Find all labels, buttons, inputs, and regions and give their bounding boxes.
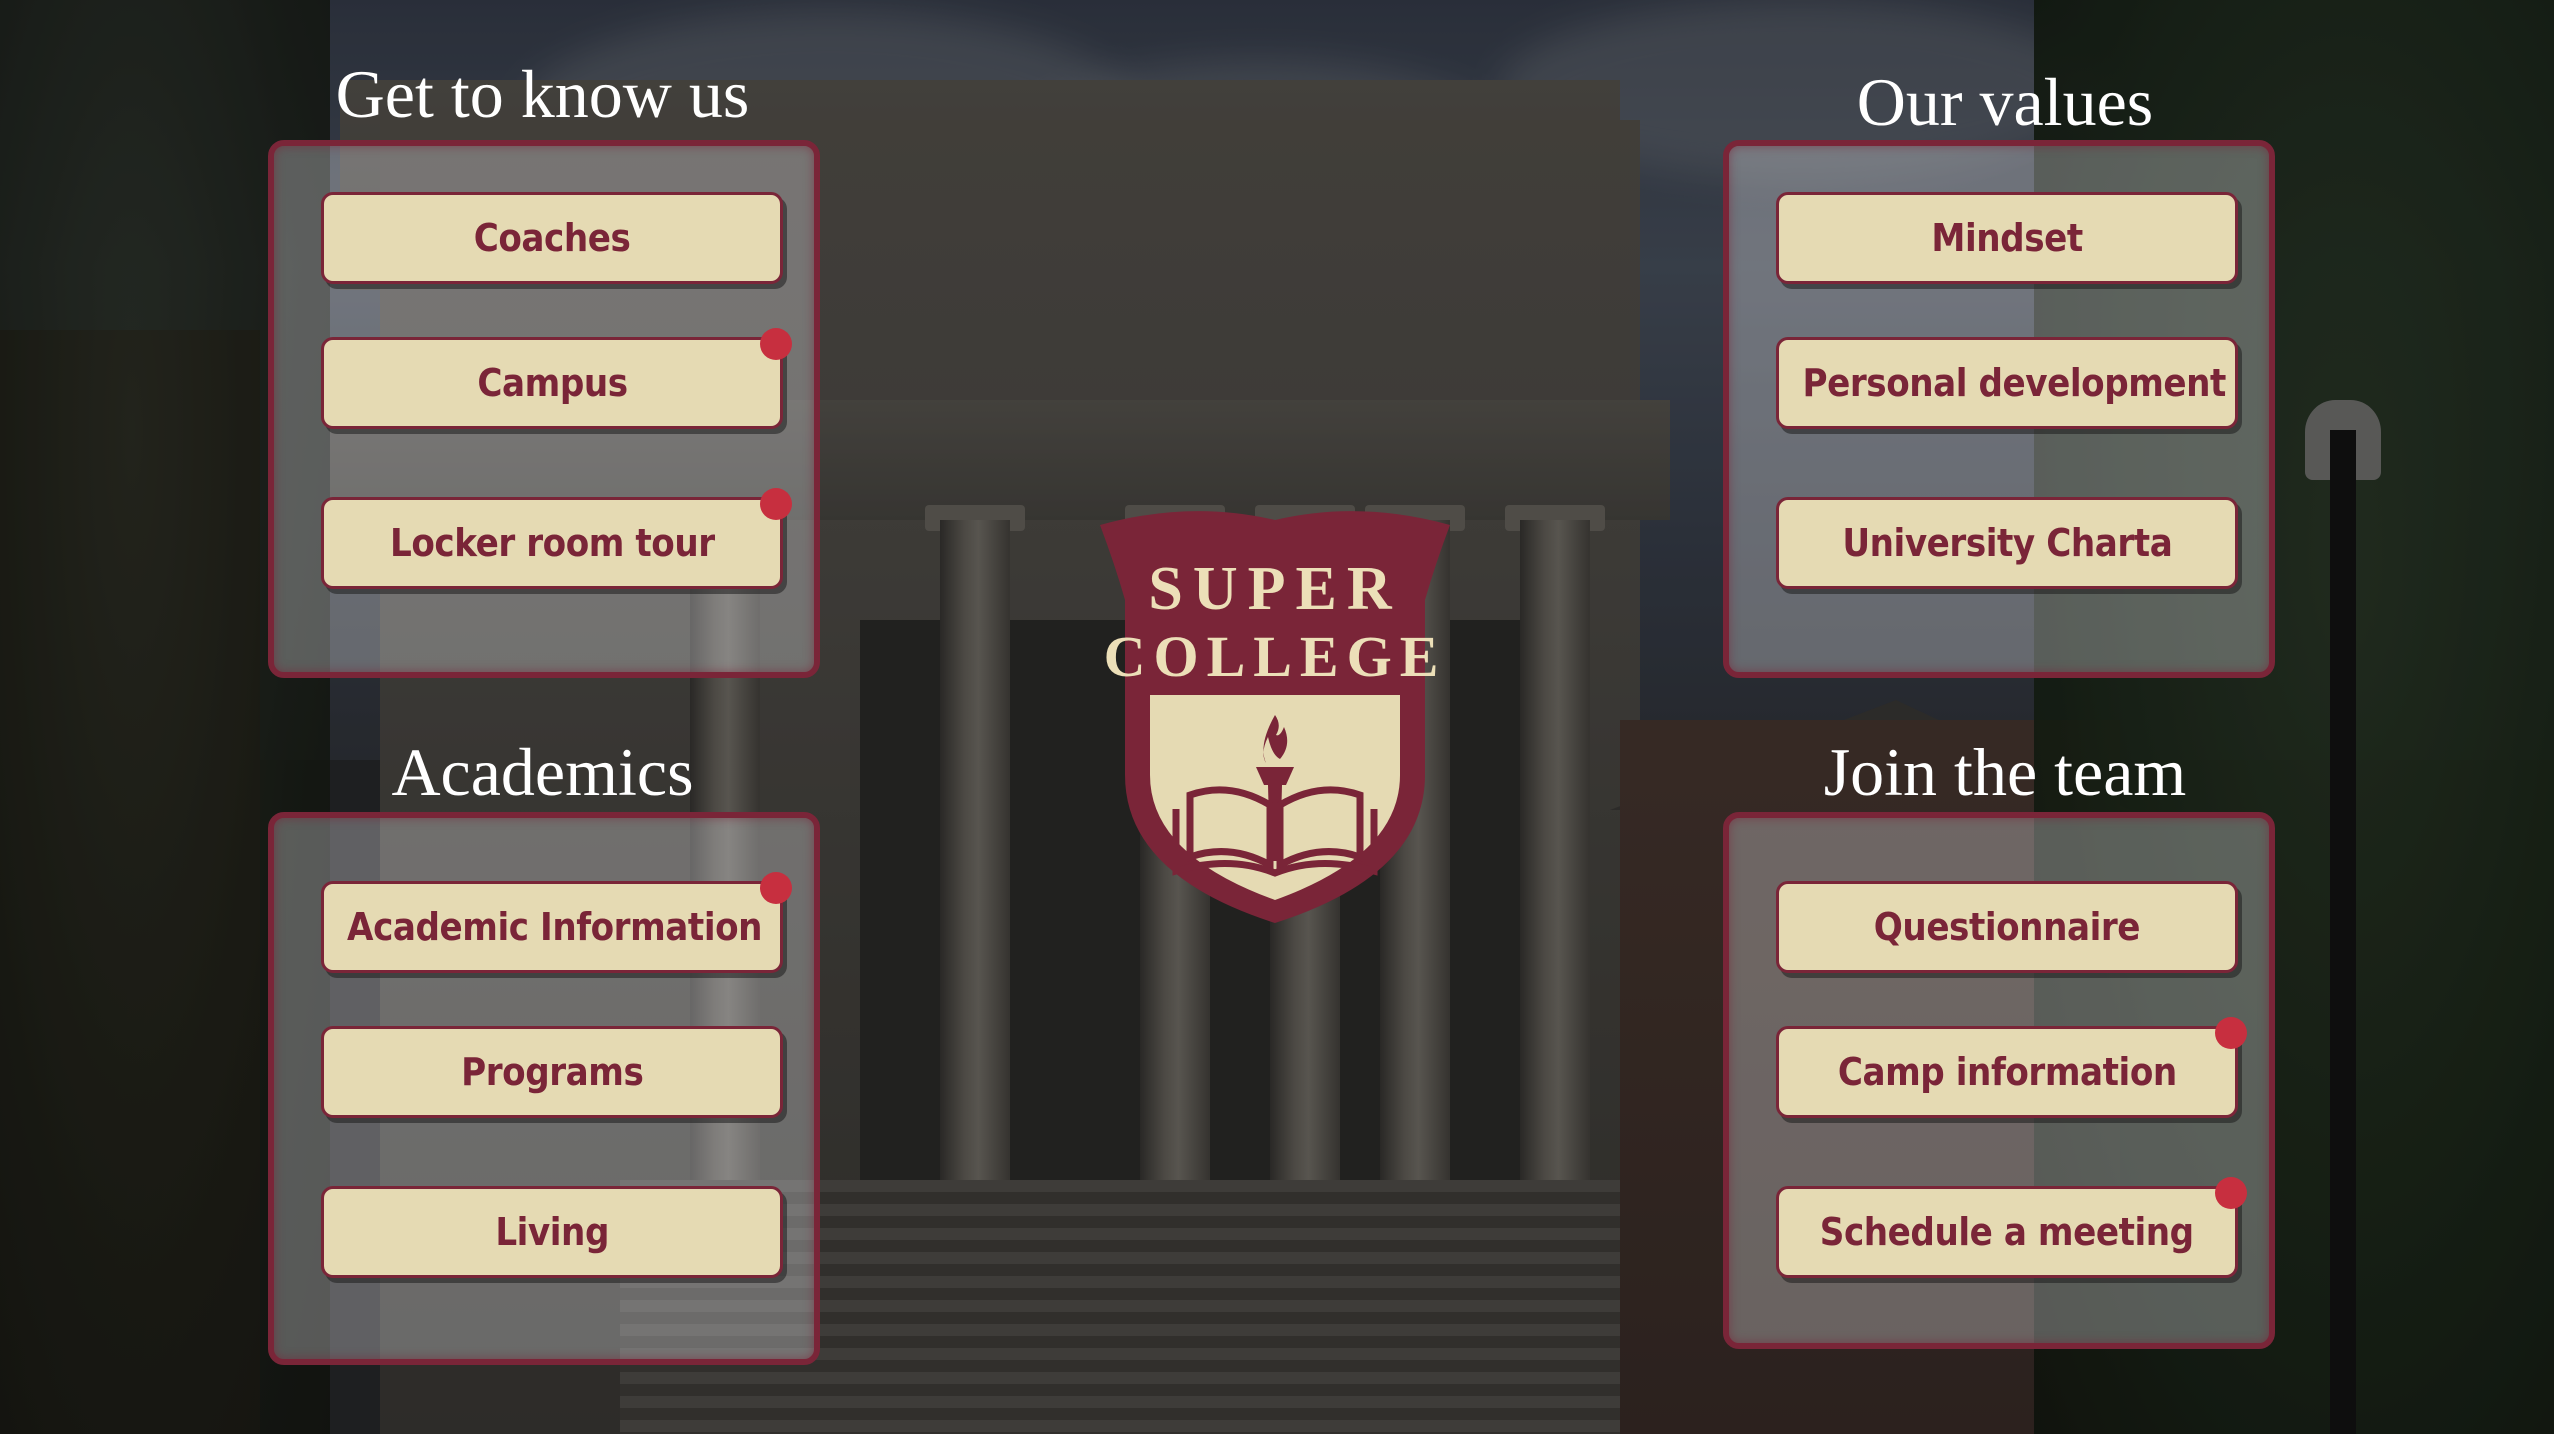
logo-line-college: COLLEGE	[1103, 624, 1447, 689]
notification-dot	[760, 872, 792, 904]
super-college-logo: SUPER COLLEGE	[1080, 505, 1470, 925]
mindset-button[interactable]: Mindset	[1776, 192, 2238, 284]
panel-join-the-team: Questionnaire Camp information Schedule …	[1723, 812, 2275, 1349]
button-label: Camp information	[1837, 1050, 2177, 1094]
button-label: Programs	[460, 1050, 644, 1094]
academic-information-button[interactable]: Academic Information	[321, 872, 792, 973]
living-button[interactable]: Living	[321, 1186, 783, 1278]
button-label: University Charta	[1841, 521, 2172, 565]
campus-button[interactable]: Campus	[321, 328, 792, 429]
button-label: Coaches	[473, 216, 631, 260]
coaches-button[interactable]: Coaches	[321, 192, 783, 284]
button-label: Mindset	[1931, 216, 2083, 260]
programs-button[interactable]: Programs	[321, 1026, 783, 1118]
university-charta-button[interactable]: University Charta	[1776, 497, 2238, 589]
button-label: Locker room tour	[389, 521, 715, 565]
button-label: Questionnaire	[1873, 905, 2141, 949]
notification-dot	[760, 488, 792, 520]
button-label: Schedule a meeting	[1820, 1210, 2194, 1254]
panel-academics: Academic Information Programs Living	[268, 812, 820, 1365]
button-label: Personal development	[1802, 361, 2227, 405]
notification-dot	[2215, 1017, 2247, 1049]
personal-development-button[interactable]: Personal development	[1776, 337, 2238, 429]
panel-get-to-know-us: Coaches Campus Locker room tour	[268, 140, 820, 678]
section-title-our-values: Our values	[1856, 64, 2154, 140]
logo-line-super: SUPER	[1148, 555, 1402, 623]
button-label: Academic Information	[347, 905, 763, 949]
button-label: Campus	[476, 361, 628, 405]
notification-dot	[2215, 1177, 2247, 1209]
notification-dot	[760, 328, 792, 360]
section-title-academics: Academics	[391, 734, 694, 810]
panel-our-values: Mindset Personal development University …	[1723, 140, 2275, 678]
locker-room-tour-button[interactable]: Locker room tour	[321, 488, 792, 589]
section-title-get-to-know-us: Get to know us	[335, 56, 750, 132]
questionnaire-button[interactable]: Questionnaire	[1776, 881, 2238, 973]
schedule-a-meeting-button[interactable]: Schedule a meeting	[1776, 1177, 2247, 1278]
camp-information-button[interactable]: Camp information	[1776, 1017, 2247, 1118]
button-label: Living	[495, 1210, 609, 1254]
section-title-join-the-team: Join the team	[1823, 734, 2187, 810]
